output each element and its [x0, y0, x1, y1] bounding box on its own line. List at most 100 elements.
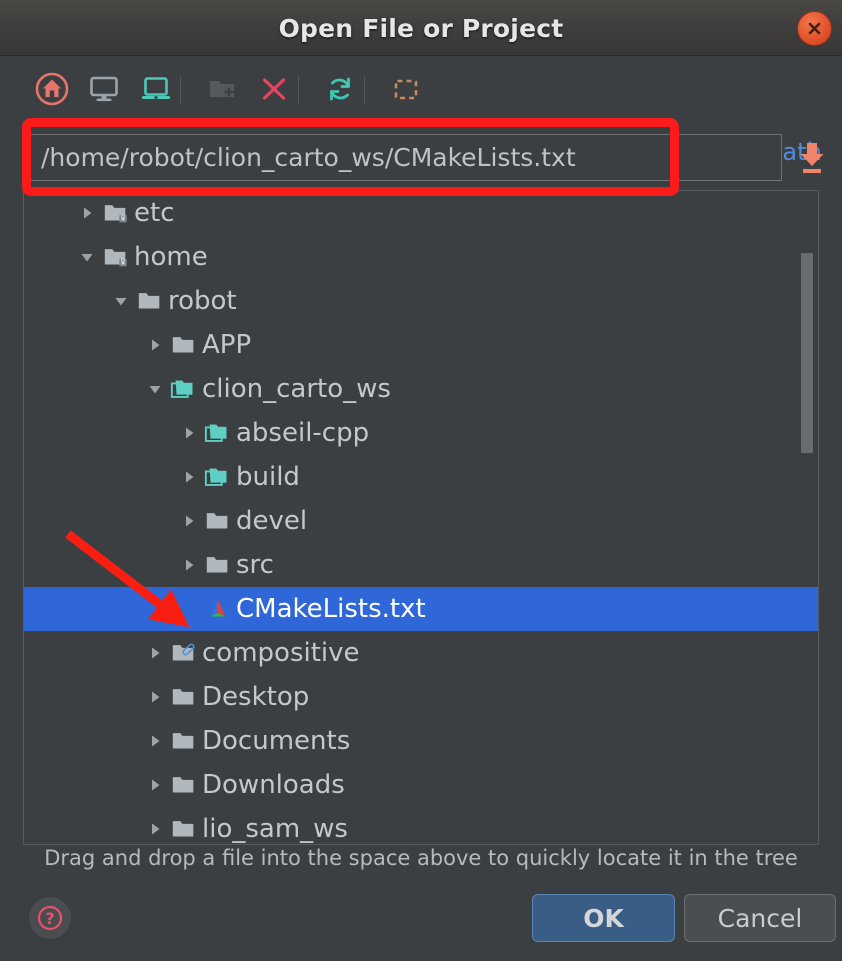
chevron-down-icon	[115, 298, 127, 306]
tree-row[interactable]: home	[24, 235, 818, 279]
tree-row[interactable]: Documents	[24, 719, 818, 763]
refresh-icon-button[interactable]	[320, 69, 360, 109]
tree-scrollbar-track[interactable]	[801, 191, 816, 844]
tree-row[interactable]: Downloads	[24, 763, 818, 807]
cancel-button[interactable]: Cancel	[684, 894, 836, 942]
tree-row-label: clion_carto_ws	[202, 374, 391, 404]
tree-row-icon	[204, 499, 232, 543]
tree-row-twisty[interactable]	[144, 367, 166, 411]
tree-row-twisty	[178, 587, 200, 631]
chevron-right-icon	[186, 515, 194, 527]
help-button[interactable]: ?	[28, 896, 72, 940]
folder-project-icon	[204, 468, 227, 486]
folder-project-icon	[170, 380, 193, 398]
tree-row-twisty[interactable]	[144, 675, 166, 719]
laptop-icon-button[interactable]	[136, 69, 176, 109]
tree-row-twisty[interactable]	[178, 411, 200, 455]
tree-row[interactable]: lio_sam_ws	[24, 807, 818, 844]
tree-row-label: etc	[134, 198, 175, 228]
tree-row-label: APP	[202, 330, 252, 360]
dialog-title-bar: Open File or Project	[0, 0, 842, 56]
tree-row-twisty[interactable]	[178, 499, 200, 543]
laptop-icon	[142, 77, 170, 99]
tree-row-twisty[interactable]	[110, 279, 132, 323]
tree-row-label: Downloads	[202, 770, 345, 800]
tree-row-twisty[interactable]	[76, 235, 98, 279]
tree-row[interactable]: robot	[24, 279, 818, 323]
tree-row[interactable]: etc	[24, 191, 818, 235]
desktop-icon-button[interactable]	[84, 69, 124, 109]
download-arrow-button[interactable]	[796, 141, 828, 175]
folder-icon	[138, 293, 160, 309]
tree-row-twisty[interactable]	[144, 631, 166, 675]
tree-row[interactable]: devel	[24, 499, 818, 543]
ok-button[interactable]: OK	[532, 894, 675, 942]
tree-row-label: devel	[236, 506, 308, 536]
chevron-right-icon	[152, 779, 160, 791]
select-region-icon	[394, 79, 418, 100]
tree-row-label: build	[236, 462, 300, 492]
toolbar-separator	[364, 76, 365, 104]
tree-row[interactable]: compositive	[24, 631, 818, 675]
tree-row-twisty[interactable]	[144, 763, 166, 807]
chevron-right-icon	[84, 207, 92, 219]
tree-scrollbar-thumb[interactable]	[801, 253, 813, 453]
tree-row-icon	[204, 411, 232, 455]
folder-icon	[206, 513, 228, 529]
tree-row-icon	[204, 455, 232, 499]
tree-row-icon	[170, 807, 198, 844]
tree-row-twisty[interactable]	[76, 191, 98, 235]
tree-row[interactable]: clion_carto_ws	[24, 367, 818, 411]
tree-row-twisty[interactable]	[144, 719, 166, 763]
tree-row-twisty[interactable]	[144, 807, 166, 844]
tree-row-twisty[interactable]	[178, 455, 200, 499]
file-tree-panel[interactable]: etc home robot APP clion_carto_ws abseil-cpp b…	[23, 190, 819, 845]
tree-row-icon	[102, 235, 130, 279]
folder-link-icon	[172, 643, 195, 661]
tree-row[interactable]: abseil-cpp	[24, 411, 818, 455]
tree-row[interactable]: Desktop	[24, 675, 818, 719]
tree-row-label: abseil-cpp	[236, 418, 370, 448]
tree-row[interactable]: src	[24, 543, 818, 587]
download-arrow-icon	[800, 143, 824, 173]
chevron-right-icon	[152, 735, 160, 747]
new-folder-icon-button[interactable]	[202, 69, 242, 109]
file-tree-rows: etc home robot APP clion_carto_ws abseil-cpp b…	[24, 191, 818, 844]
help-question-icon: ?	[37, 905, 63, 931]
folder-icon	[172, 821, 194, 837]
home-icon-button[interactable]	[32, 69, 72, 109]
tree-row-twisty[interactable]	[178, 543, 200, 587]
chevron-right-icon	[186, 427, 194, 439]
chevron-down-icon	[81, 254, 93, 262]
folder-icon	[206, 557, 228, 573]
tree-row-icon	[102, 191, 130, 235]
folder-locked-icon	[104, 249, 127, 267]
tree-row-twisty[interactable]	[144, 323, 166, 367]
tree-row[interactable]: APP	[24, 323, 818, 367]
chevron-right-icon	[152, 691, 160, 703]
tree-row-selected[interactable]: CMakeLists.txt	[24, 587, 818, 631]
chevron-right-icon	[152, 339, 160, 351]
path-input[interactable]: /home/robot/clion_carto_ws/CMakeLists.tx…	[30, 134, 782, 181]
tree-row-icon	[170, 367, 198, 411]
tree-row-icon	[204, 587, 232, 631]
toolbar-separator	[298, 76, 299, 104]
close-x-icon	[808, 22, 821, 35]
delete-icon-button[interactable]	[254, 69, 294, 109]
tree-row-icon	[204, 543, 232, 587]
tree-row-label: Documents	[202, 726, 351, 756]
select-region-icon-button[interactable]	[386, 69, 426, 109]
tree-row-label: home	[134, 242, 208, 272]
tree-row-icon	[170, 631, 198, 675]
folder-icon	[172, 777, 194, 793]
folder-icon	[172, 733, 194, 749]
tree-row-icon	[170, 763, 198, 807]
tree-row[interactable]: build	[24, 455, 818, 499]
folder-icon	[172, 337, 194, 353]
close-button[interactable]	[797, 11, 832, 46]
toolbar-separator	[180, 76, 181, 104]
tree-row-label: lio_sam_ws	[202, 814, 348, 844]
chevron-right-icon	[186, 559, 194, 571]
page-title: Open File or Project	[278, 13, 564, 43]
cmake-file-icon	[210, 599, 226, 617]
